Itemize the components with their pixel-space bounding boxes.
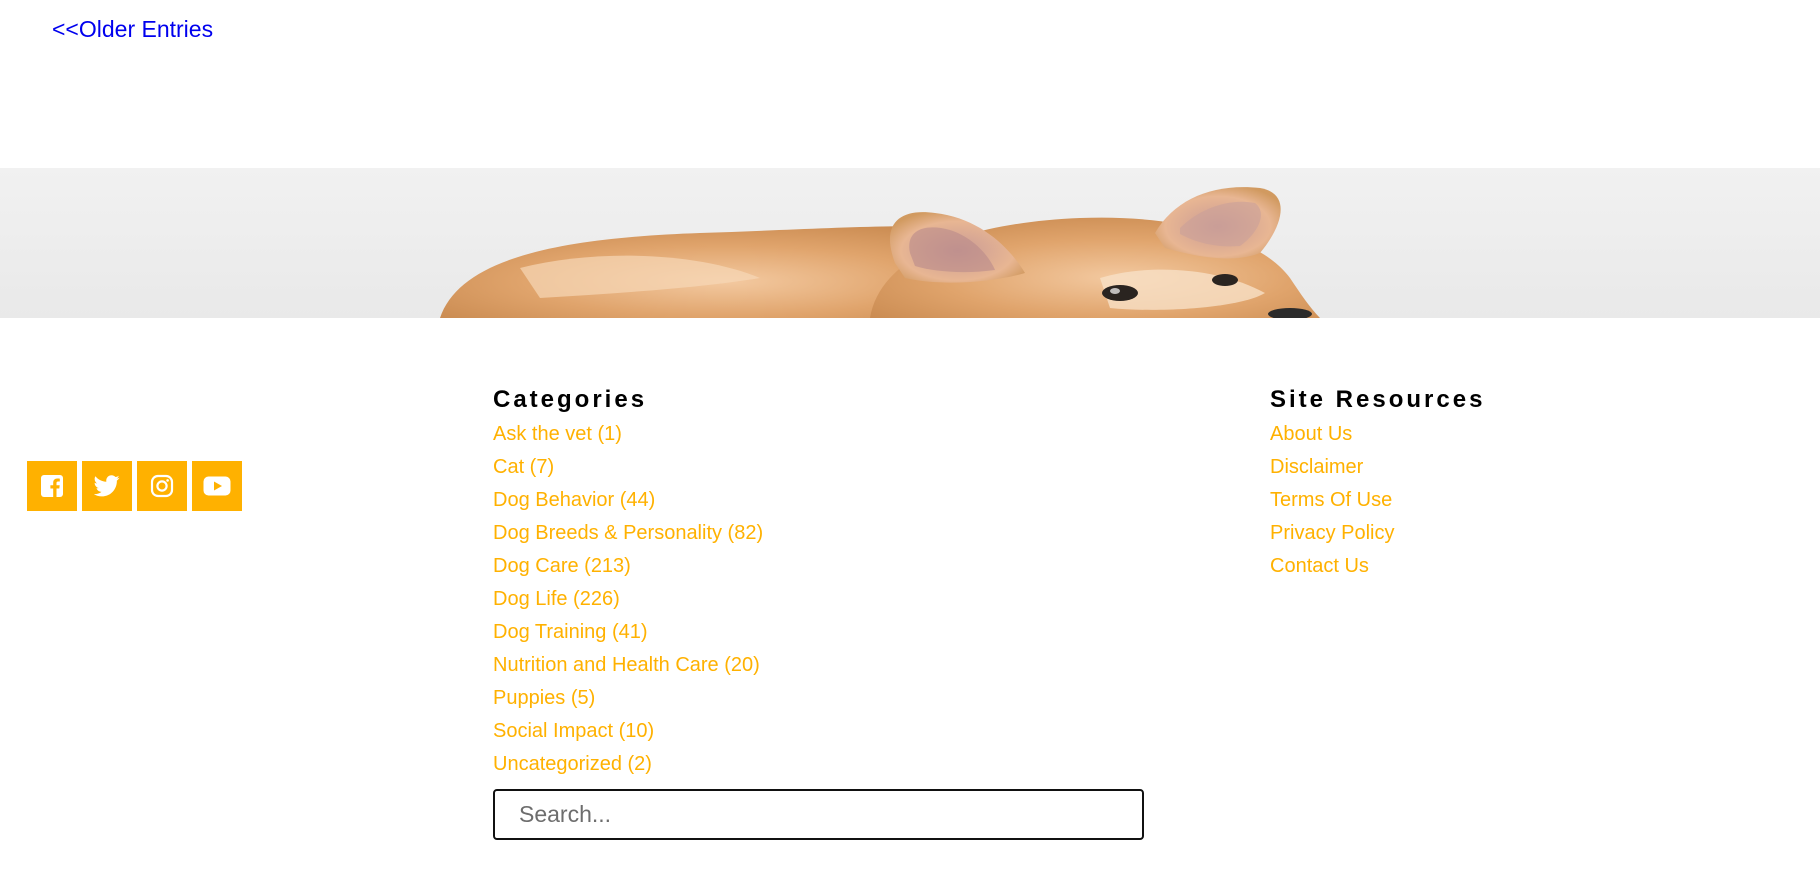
terms-of-use-link[interactable]: Terms Of Use <box>1270 489 1392 511</box>
privacy-policy-link[interactable]: Privacy Policy <box>1270 522 1394 544</box>
facebook-button[interactable] <box>27 461 77 511</box>
list-item: Contact Us <box>1270 550 1394 583</box>
social-links <box>27 461 242 511</box>
contact-us-link[interactable]: Contact Us <box>1270 555 1369 577</box>
list-item: Dog Behavior (44) <box>493 484 763 517</box>
site-resources-list: About Us Disclaimer Terms Of Use Privacy… <box>1270 418 1394 583</box>
list-item: Dog Breeds & Personality (82) <box>493 517 763 550</box>
older-entries-link[interactable]: <<Older Entries <box>52 16 213 43</box>
facebook-icon <box>41 475 63 497</box>
list-item: Dog Training (41) <box>493 616 763 649</box>
list-item: Cat (7) <box>493 451 763 484</box>
category-link[interactable]: Social Impact (10) <box>493 720 654 742</box>
list-item: Terms Of Use <box>1270 484 1394 517</box>
list-item: Puppies (5) <box>493 682 763 715</box>
footer-banner-image <box>0 168 1820 318</box>
list-item: About Us <box>1270 418 1394 451</box>
corgi-image <box>440 187 1320 318</box>
list-item: Dog Care (213) <box>493 550 763 583</box>
category-link[interactable]: Uncategorized (2) <box>493 753 652 775</box>
category-link[interactable]: Dog Training (41) <box>493 621 648 643</box>
list-item: Social Impact (10) <box>493 715 763 748</box>
list-item: Ask the vet (1) <box>493 418 763 451</box>
category-link[interactable]: Dog Life (226) <box>493 588 620 610</box>
category-link[interactable]: Cat (7) <box>493 456 554 478</box>
categories-heading: Categories <box>493 386 648 413</box>
twitter-icon <box>94 475 120 497</box>
category-link[interactable]: Dog Behavior (44) <box>493 489 655 511</box>
categories-list: Ask the vet (1) Cat (7) Dog Behavior (44… <box>493 418 763 781</box>
category-link[interactable]: Dog Breeds & Personality (82) <box>493 522 763 544</box>
list-item: Privacy Policy <box>1270 517 1394 550</box>
list-item: Dog Life (226) <box>493 583 763 616</box>
youtube-button[interactable] <box>192 461 242 511</box>
youtube-icon <box>203 476 231 496</box>
instagram-icon <box>150 474 174 498</box>
twitter-button[interactable] <box>82 461 132 511</box>
list-item: Uncategorized (2) <box>493 748 763 781</box>
category-link[interactable]: Ask the vet (1) <box>493 423 622 445</box>
list-item: Nutrition and Health Care (20) <box>493 649 763 682</box>
site-resources-heading: Site Resources <box>1270 386 1486 413</box>
list-item: Disclaimer <box>1270 451 1394 484</box>
disclaimer-link[interactable]: Disclaimer <box>1270 456 1363 478</box>
category-link[interactable]: Puppies (5) <box>493 687 595 709</box>
search-input[interactable] <box>493 789 1144 840</box>
about-us-link[interactable]: About Us <box>1270 423 1352 445</box>
instagram-button[interactable] <box>137 461 187 511</box>
category-link[interactable]: Nutrition and Health Care (20) <box>493 654 760 676</box>
category-link[interactable]: Dog Care (213) <box>493 555 631 577</box>
